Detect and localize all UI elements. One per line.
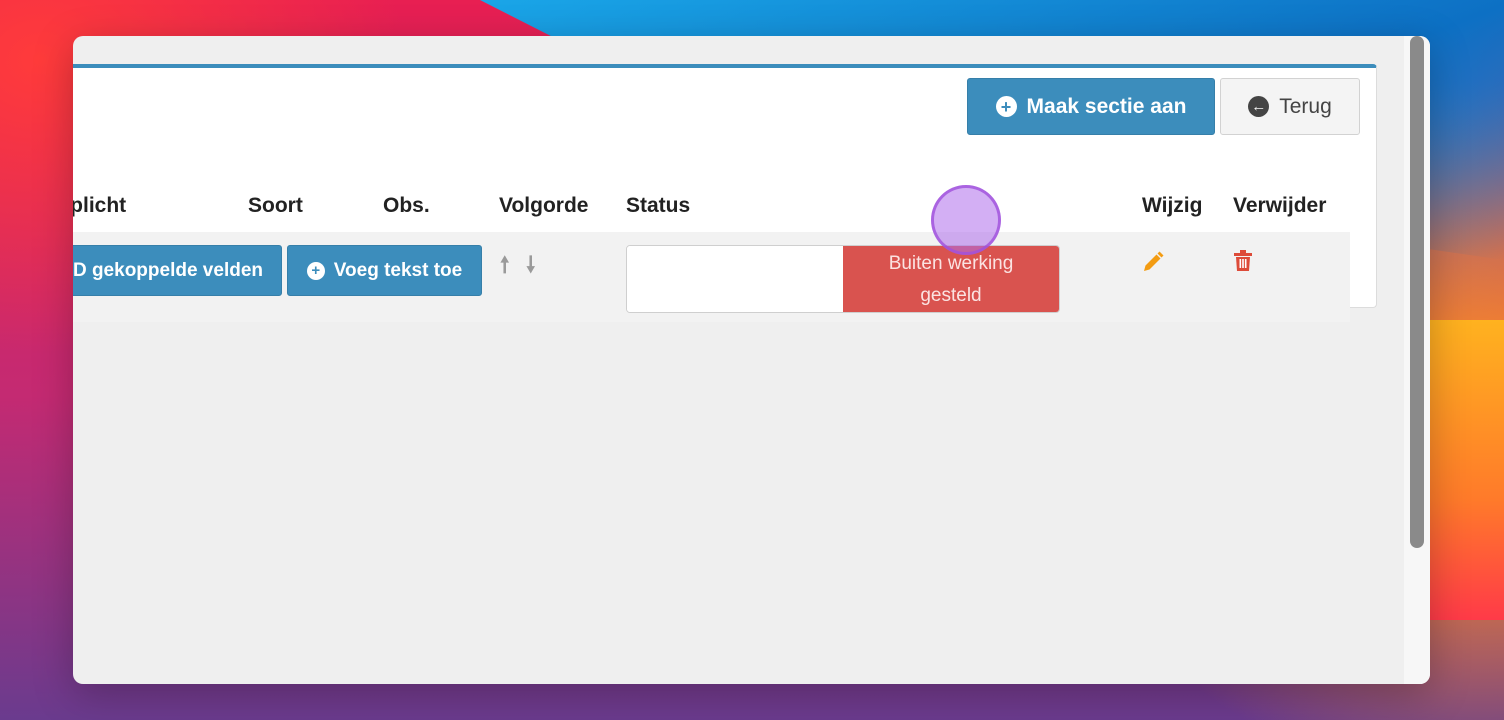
create-section-label: Maak sectie aan [1026,94,1187,118]
back-button[interactable]: ← Terug [1220,78,1360,135]
pencil-icon[interactable] [1141,250,1165,274]
scrollbar-track[interactable] [1404,36,1430,684]
column-header-delete: Verwijder [1233,194,1327,217]
sections-panel: + Maak sectie aan ← Terug rplicht Soort … [73,64,1377,322]
status-off-line1: Buiten werking [888,253,1014,274]
table-row: D gekoppelde velden + Voeg tekst toe 🠕 🠗… [73,232,1350,322]
status-off-option[interactable]: Buiten werking gesteld [843,246,1059,312]
browser-window: + Maak sectie aan ← Terug rplicht Soort … [73,36,1430,684]
add-text-button[interactable]: + Voeg tekst toe [287,245,482,296]
column-header-edit: Wijzig [1142,194,1203,217]
linked-fields-label: D gekoppelde velden [73,259,263,281]
status-off-line2: gesteld [920,285,982,306]
arrow-up-icon[interactable]: 🠕 [500,248,509,286]
column-header-obs: Obs. [383,194,430,217]
column-header-status: Status [626,194,691,217]
back-label: Terug [1279,94,1332,118]
create-section-button[interactable]: + Maak sectie aan [967,78,1215,135]
plus-circle-icon: + [995,96,1017,117]
scrollbar-thumb[interactable] [1410,36,1424,548]
linked-fields-button[interactable]: D gekoppelde velden [73,245,282,296]
column-header-order: Volgorde [499,194,589,217]
arrow-left-circle-icon: ← [1248,96,1270,117]
trash-icon[interactable] [1233,250,1253,272]
column-header-required: rplicht [73,194,127,217]
status-on-option[interactable] [627,246,845,312]
status-toggle[interactable]: Buiten werking gesteld [626,245,1060,313]
column-header-type: Soort [248,194,303,217]
arrow-down-icon[interactable]: 🠗 [526,248,535,286]
plus-circle-icon: + [306,261,325,280]
add-text-label: Voeg tekst toe [333,259,463,281]
